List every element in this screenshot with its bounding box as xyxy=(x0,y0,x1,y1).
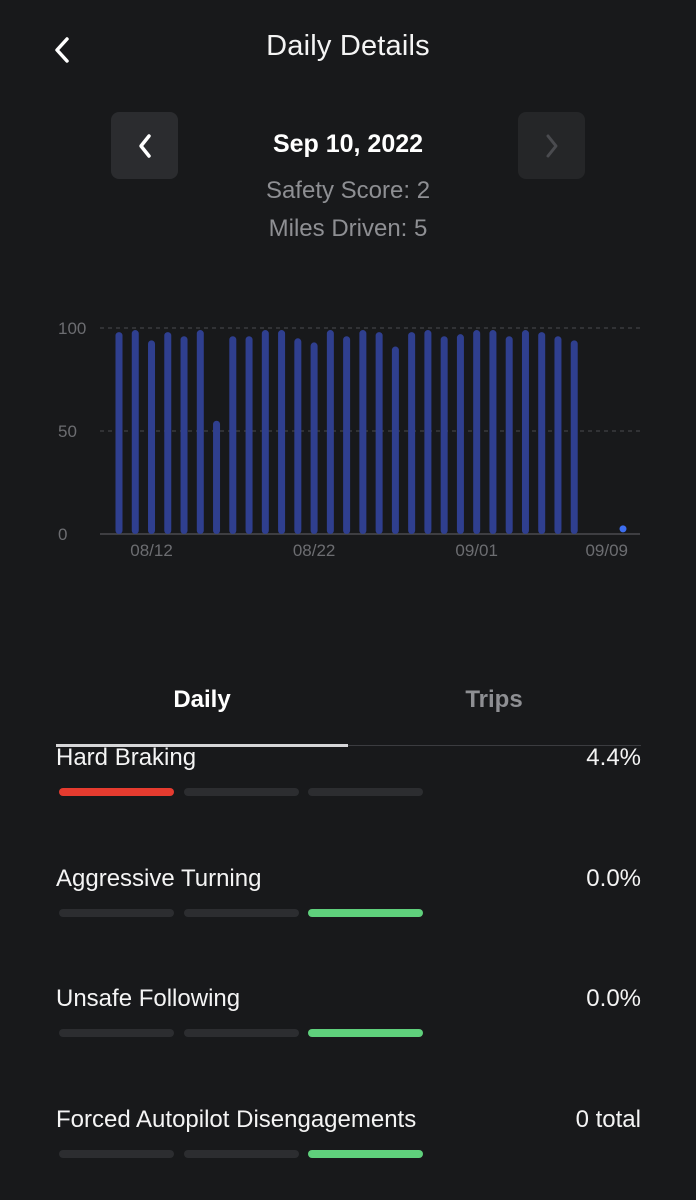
chart-bar xyxy=(310,342,318,534)
chart-bar-selected xyxy=(619,525,627,533)
metric-value: 0.0% xyxy=(586,865,641,892)
chart-bar xyxy=(521,330,529,534)
chart-bar xyxy=(115,332,123,534)
chart-bar xyxy=(489,330,497,534)
metric-name: Hard Braking xyxy=(56,744,197,771)
selected-date: Sep 10, 2022 xyxy=(272,130,424,158)
chevron-right-icon xyxy=(546,134,557,157)
y-tick-label: 50 xyxy=(58,422,77,441)
level-segment xyxy=(308,1029,423,1037)
chart-bar xyxy=(343,336,351,534)
level-segment xyxy=(59,909,174,917)
metric-value: 0 total xyxy=(575,1106,641,1133)
chart-bar xyxy=(538,332,546,534)
metric-name: Unsafe Following xyxy=(56,985,241,1012)
metric-hard-braking: Hard Braking 4.4% xyxy=(56,744,641,844)
chart-bar xyxy=(359,330,367,534)
chart-bar xyxy=(148,340,156,534)
metric-name: Aggressive Turning xyxy=(56,865,262,892)
level-segment xyxy=(59,788,174,796)
x-tick-label: 08/22 xyxy=(293,541,336,560)
level-segment xyxy=(184,1029,299,1037)
chart-bar xyxy=(570,340,578,534)
level-segment xyxy=(59,1150,174,1158)
metric-unsafe-following: Unsafe Following 0.0% xyxy=(56,985,641,1085)
level-segment xyxy=(184,909,299,917)
tab-daily[interactable]: Daily xyxy=(56,680,348,747)
daily-score-chart[interactable]: 0 50 100 08/12 08/22 09/01 09/09 xyxy=(40,300,660,580)
chart-bar xyxy=(196,330,204,534)
chart-bar xyxy=(554,336,562,534)
tab-daily-label: Daily xyxy=(173,686,231,713)
x-tick-label: 08/12 xyxy=(130,541,173,560)
chart-bar xyxy=(391,346,399,534)
chart-bar xyxy=(180,336,188,534)
chart-bar xyxy=(408,332,416,534)
chart-bar xyxy=(440,336,448,534)
level-segment xyxy=(59,1029,174,1037)
chart-bar xyxy=(131,330,139,534)
chart-bar xyxy=(294,338,302,534)
chart-bar xyxy=(326,330,334,534)
metric-forced-autopilot-disengagements: Forced Autopilot Disengagements 0 total xyxy=(56,1106,641,1200)
miles-driven-text: Miles Driven: 5 xyxy=(268,215,428,242)
chart-bar xyxy=(213,420,221,534)
metric-aggressive-turning: Aggressive Turning 0.0% xyxy=(56,865,641,965)
page-title: Daily Details xyxy=(266,30,430,62)
level-segment xyxy=(308,788,423,796)
chart-bar xyxy=(473,330,481,534)
level-segment xyxy=(184,1150,299,1158)
daily-details-screen: Daily Details Sep 10, 2022 Safety Score:… xyxy=(0,0,696,1200)
chart-bar xyxy=(278,330,286,534)
y-tick-label: 0 xyxy=(58,525,67,544)
chart-bar xyxy=(245,336,253,534)
metric-value: 0.0% xyxy=(586,985,641,1012)
x-tick-label: 09/09 xyxy=(585,541,628,560)
tab-trips[interactable]: Trips xyxy=(348,680,640,745)
safety-score-text: Safety Score: 2 xyxy=(265,177,431,204)
x-tick-label: 09/01 xyxy=(455,541,498,560)
chart-bar xyxy=(456,334,464,534)
tab-bar: Daily Trips xyxy=(56,680,641,747)
tab-trips-label: Trips xyxy=(465,686,523,713)
y-tick-label: 100 xyxy=(58,319,86,338)
level-segment xyxy=(184,788,299,796)
chart-bar xyxy=(229,336,237,534)
next-day-button[interactable] xyxy=(518,112,585,179)
level-segment xyxy=(308,909,423,917)
metric-value: 4.4% xyxy=(586,744,641,771)
chart-bar xyxy=(424,330,432,534)
chart-bar xyxy=(164,332,172,534)
level-segment xyxy=(308,1150,423,1158)
chart-bar xyxy=(261,330,269,534)
chart-bar xyxy=(505,336,513,534)
metric-name: Forced Autopilot Disengagements xyxy=(56,1106,417,1133)
chart-bar xyxy=(375,332,383,534)
